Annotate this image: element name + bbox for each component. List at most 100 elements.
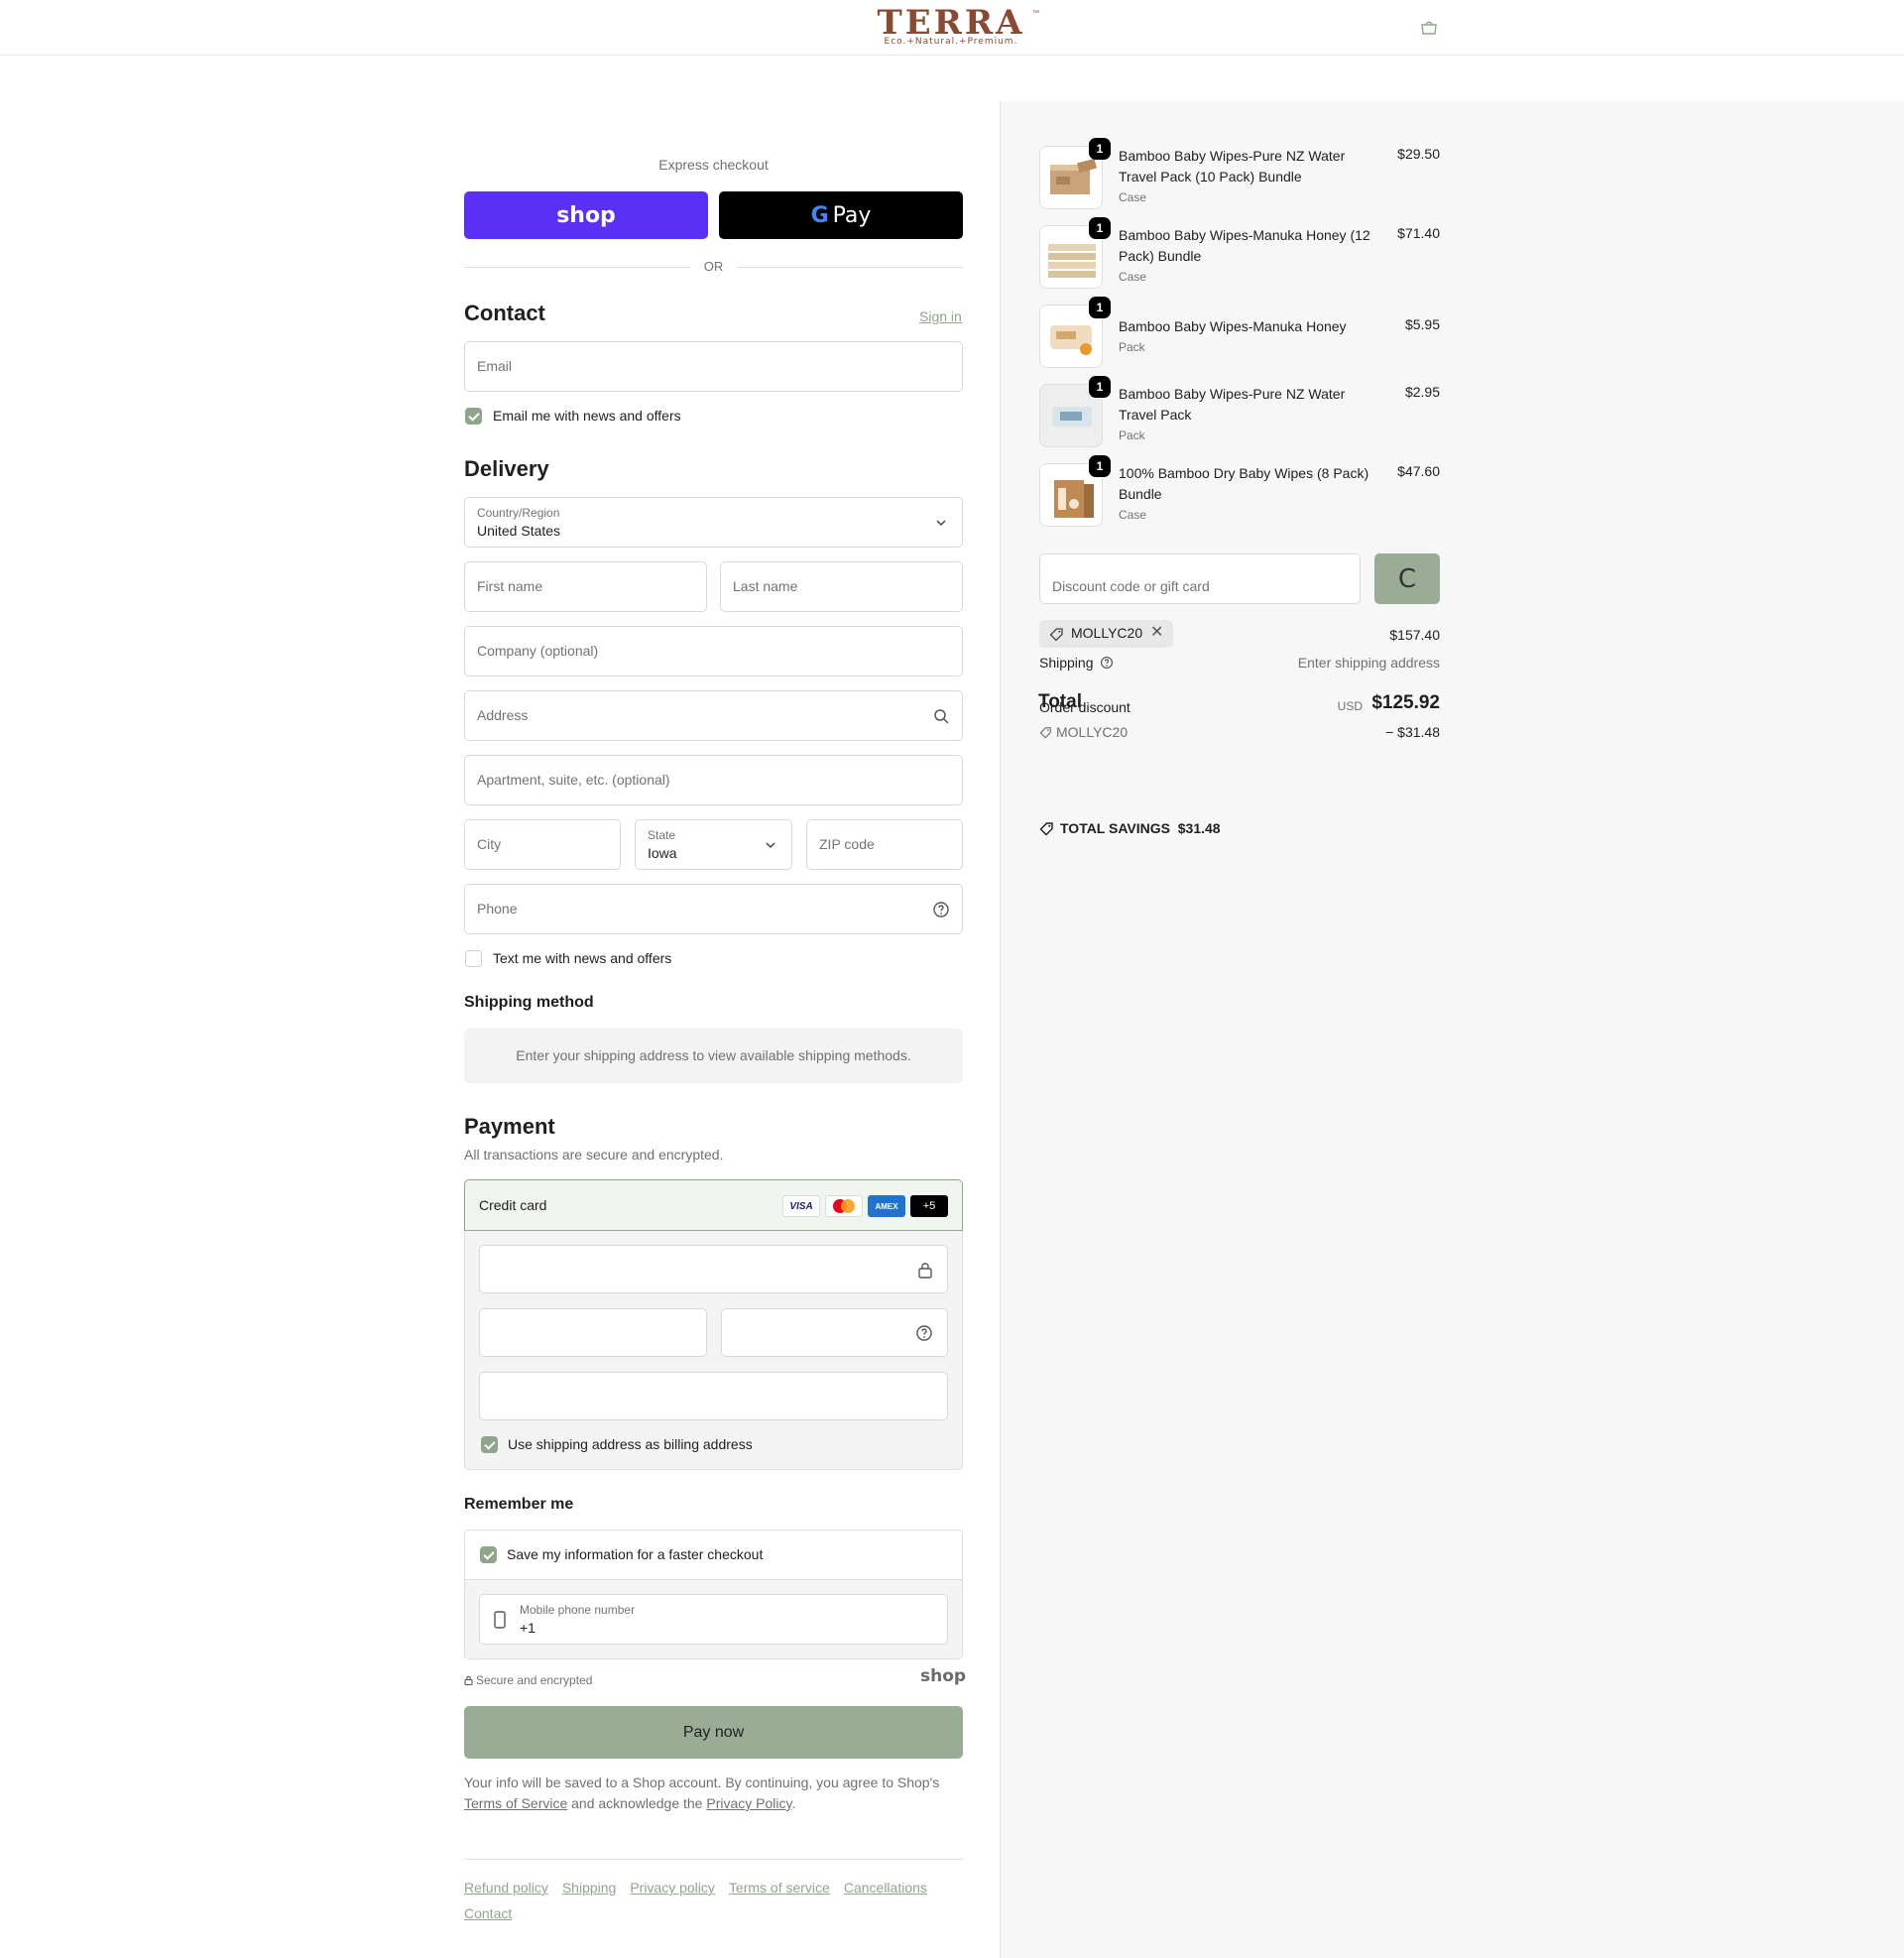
- text-news-checkbox[interactable]: [465, 950, 482, 967]
- cancellations-link[interactable]: Cancellations: [844, 1880, 927, 1896]
- discount-code-input[interactable]: Discount code or gift card: [1039, 553, 1361, 604]
- item-name: Bamboo Baby Wipes-Manuka Honey (12 Pack)…: [1119, 227, 1370, 264]
- google-pay-button[interactable]: G Pay: [719, 191, 963, 239]
- item-variant: Case: [1119, 508, 1147, 522]
- visa-icon: VISA: [782, 1195, 820, 1217]
- shipping-value: Enter shipping address: [1297, 655, 1440, 671]
- mobile-phone-row: Mobile phone number +1: [465, 1580, 962, 1658]
- text-news-label: Text me with news and offers: [493, 950, 672, 966]
- chevron-down-icon: [936, 520, 946, 527]
- address-placeholder: Address: [477, 707, 529, 723]
- mobile-phone-field[interactable]: Mobile phone number +1: [479, 1594, 948, 1645]
- address-field[interactable]: Address: [464, 690, 963, 741]
- card-number-field[interactable]: [479, 1245, 948, 1293]
- city-placeholder: City: [477, 836, 502, 852]
- remember-me-box: Save my information for a faster checkou…: [464, 1530, 963, 1659]
- help-circle-icon[interactable]: [1100, 656, 1114, 670]
- shop-pay-button[interactable]: shop: [464, 191, 708, 239]
- refund-policy-link[interactable]: Refund policy: [464, 1880, 548, 1896]
- subtotal-value: $157.40: [1389, 627, 1440, 643]
- shopping-bag-icon[interactable]: [1420, 20, 1438, 36]
- state-select[interactable]: State Iowa: [635, 819, 792, 870]
- remove-discount-icon[interactable]: ✕: [1150, 622, 1163, 642]
- footer-divider: [464, 1859, 963, 1860]
- delivery-heading: Delivery: [464, 456, 549, 481]
- express-checkout-label: Express checkout: [658, 157, 769, 173]
- apply-discount-button[interactable]: C: [1374, 553, 1440, 604]
- country-value: United States: [477, 523, 561, 539]
- shop-logo: shop: [920, 1666, 967, 1686]
- currency-code: USD: [1337, 699, 1363, 713]
- tag-icon: [1049, 628, 1063, 642]
- total-value: $125.92: [1371, 692, 1440, 713]
- phone-placeholder: Phone: [477, 901, 518, 917]
- email-news-checkbox[interactable]: [465, 408, 482, 425]
- item-name: Bamboo Baby Wipes-Pure NZ Water Travel P…: [1119, 386, 1346, 423]
- item-name: Bamboo Baby Wipes-Pure NZ Water Travel P…: [1119, 148, 1346, 184]
- state-value: Iowa: [648, 845, 677, 861]
- mobile-phone-label: Mobile phone number: [520, 1603, 636, 1617]
- logo-trademark: ™: [1032, 10, 1039, 17]
- first-name-field[interactable]: First name: [464, 561, 707, 612]
- contact-link[interactable]: Contact: [464, 1905, 512, 1921]
- zip-field[interactable]: ZIP code: [806, 819, 963, 870]
- save-info-checkbox[interactable]: [480, 1546, 497, 1563]
- legal-after: .: [791, 1795, 796, 1811]
- chevron-down-icon: [766, 842, 775, 849]
- security-code-field[interactable]: [721, 1308, 948, 1357]
- email-placeholder: Email: [477, 358, 513, 374]
- shipping-policy-link[interactable]: Shipping: [562, 1880, 617, 1896]
- credit-card-option[interactable]: Credit card VISA AMEX +5: [464, 1179, 963, 1231]
- item-price: $2.95: [1404, 384, 1440, 400]
- apartment-placeholder: Apartment, suite, etc. (optional): [477, 772, 670, 788]
- quantity-badge: 1: [1089, 297, 1111, 318]
- item-variant: Case: [1119, 190, 1147, 204]
- billing-address-checkbox[interactable]: [481, 1436, 498, 1453]
- first-name-placeholder: First name: [477, 578, 543, 594]
- pay-now-button[interactable]: Pay now: [464, 1706, 963, 1759]
- company-field[interactable]: Company (optional): [464, 626, 963, 676]
- quantity-badge: 1: [1089, 217, 1111, 239]
- name-on-card-field[interactable]: [479, 1372, 948, 1420]
- save-info-label: Save my information for a faster checkou…: [507, 1546, 764, 1562]
- or-divider: OR: [464, 258, 963, 276]
- terra-logo[interactable]: TERRA Eco.+Natural.+Premium. ™: [861, 6, 1041, 47]
- savings-label: TOTAL SAVINGS: [1060, 820, 1170, 836]
- last-name-field[interactable]: Last name: [720, 561, 963, 612]
- total-label: Total: [1038, 691, 1082, 712]
- expiration-field[interactable]: [479, 1308, 707, 1357]
- email-news-label: Email me with news and offers: [493, 408, 681, 424]
- privacy-policy-link[interactable]: Privacy policy: [630, 1880, 715, 1896]
- apartment-field[interactable]: Apartment, suite, etc. (optional): [464, 755, 963, 805]
- shipping-label: Shipping: [1039, 655, 1114, 671]
- shop-terms-link[interactable]: Terms of Service: [464, 1795, 567, 1811]
- help-circle-icon[interactable]: [932, 901, 950, 918]
- remember-me-heading: Remember me: [464, 1496, 574, 1513]
- shop-privacy-link[interactable]: Privacy Policy: [706, 1795, 791, 1811]
- tag-icon: [1039, 727, 1051, 739]
- item-variant: Case: [1119, 270, 1147, 284]
- cart-item: 1 Bamboo Baby Wipes-Manuka Honey Pack $5…: [1039, 297, 1440, 370]
- country-label: Country/Region: [477, 506, 560, 520]
- phone-field[interactable]: Phone: [464, 884, 963, 934]
- country-select[interactable]: Country/Region United States: [464, 497, 963, 548]
- quantity-badge: 1: [1089, 455, 1111, 477]
- help-circle-icon[interactable]: [915, 1324, 933, 1342]
- item-price: $71.40: [1397, 225, 1440, 241]
- secure-text: Secure and encrypted: [476, 1673, 593, 1687]
- item-price: $29.50: [1397, 146, 1440, 162]
- item-name: 100% Bamboo Dry Baby Wipes (8 Pack) Bund…: [1119, 465, 1369, 502]
- city-field[interactable]: City: [464, 819, 621, 870]
- card-logos: VISA AMEX +5: [782, 1195, 948, 1217]
- sign-in-link[interactable]: Sign in: [919, 308, 962, 324]
- email-field[interactable]: Email: [464, 341, 963, 392]
- legal-text: Your info will be saved to a Shop accoun…: [464, 1773, 963, 1814]
- secure-encrypted-note: Secure and encrypted: [464, 1673, 592, 1687]
- discount-code-text: MOLLYC20: [1056, 724, 1129, 740]
- state-label: State: [648, 828, 676, 842]
- item-name: Bamboo Baby Wipes-Manuka Honey: [1119, 318, 1347, 334]
- payment-subtitle: All transactions are secure and encrypte…: [464, 1147, 724, 1163]
- item-variant: Pack: [1119, 340, 1145, 354]
- terms-of-service-link[interactable]: Terms of service: [729, 1880, 830, 1896]
- discount-value: − $31.48: [1385, 724, 1440, 740]
